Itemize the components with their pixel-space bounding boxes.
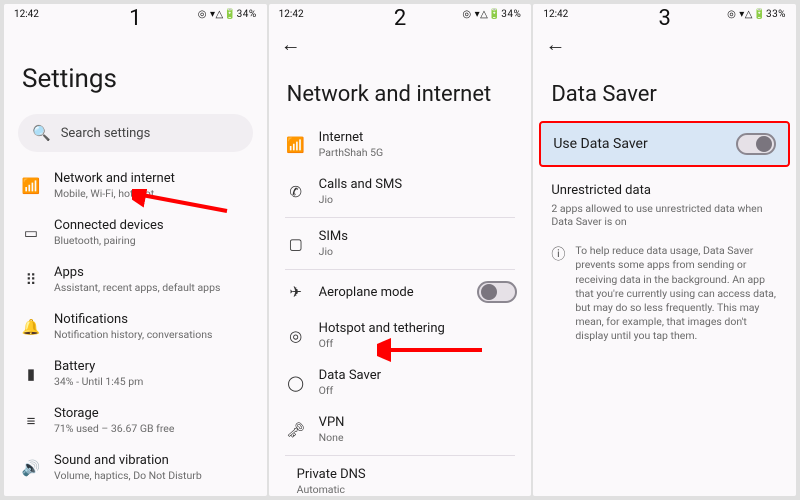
sim-icon: ▢ (283, 235, 309, 253)
info-icon: ⓘ (551, 244, 565, 343)
unrestricted-sub: 2 apps allowed to use unrestricted data … (533, 200, 796, 238)
info-row: ⓘ To help reduce data usage, Data Saver … (533, 238, 796, 349)
search-icon: 🔍 (32, 124, 51, 142)
status-icons: ◎ ▾△🔋34% (198, 9, 257, 20)
status-time: 12:42 (14, 9, 39, 20)
use-data-saver-toggle[interactable] (736, 133, 776, 155)
divider (285, 455, 516, 456)
item-battery[interactable]: ▮ Battery34% - Until 1:45 pm (4, 350, 267, 397)
search-input[interactable]: 🔍 Search settings (18, 114, 253, 152)
call-icon: ✆ (283, 183, 309, 201)
item-hotspot[interactable]: ◎ Hotspot and tetheringOff (269, 312, 532, 359)
network-list: 📶 InternetParthShah 5G ✆ Calls and SMSJi… (269, 121, 532, 496)
page-title: Settings (4, 24, 267, 114)
status-time: 12:42 (543, 9, 568, 20)
hotspot-icon: ◎ (283, 327, 309, 345)
storage-icon: ≡ (18, 412, 44, 430)
wifi-icon: 📶 (18, 177, 44, 195)
status-time: 12:42 (279, 9, 304, 20)
bell-icon: 🔔 (18, 318, 44, 336)
aeroplane-toggle[interactable] (477, 281, 517, 303)
panel-data-saver: 3 12:42 ◎ ▾△🔋33% ← Data Saver Use Data S… (533, 4, 796, 496)
step-number-1: 1 (129, 6, 141, 31)
use-data-saver-row[interactable]: Use Data Saver (539, 121, 790, 167)
item-apps[interactable]: ⠿ AppsAssistant, recent apps, default ap… (4, 256, 267, 303)
settings-list: 📶 Network and internetMobile, Wi-Fi, hot… (4, 162, 267, 496)
item-connected-devices[interactable]: ▭ Connected devicesBluetooth, pairing (4, 209, 267, 256)
item-calls-sms[interactable]: ✆ Calls and SMSJio (269, 168, 532, 215)
unrestricted-head[interactable]: Unrestricted data (533, 181, 796, 200)
use-data-saver-label: Use Data Saver (553, 136, 647, 152)
item-internet[interactable]: 📶 InternetParthShah 5G (269, 121, 532, 168)
info-text: To help reduce data usage, Data Saver pr… (575, 244, 778, 343)
page-title: Data Saver (533, 56, 796, 121)
vpn-icon: 🗝 (283, 421, 309, 439)
wifi-icon: 📶 (283, 136, 309, 154)
status-icons: ◎ ▾△🔋34% (462, 9, 521, 20)
data-saver-icon: ◯ (283, 374, 309, 392)
item-aeroplane[interactable]: ✈ Aeroplane mode (269, 272, 532, 312)
item-vpn[interactable]: 🗝 VPNNone (269, 406, 532, 453)
back-button[interactable]: ← (545, 32, 565, 56)
page-title: Network and internet (269, 56, 532, 121)
plane-icon: ✈ (283, 283, 309, 301)
step-number-2: 2 (394, 6, 406, 31)
step-number-3: 3 (658, 6, 670, 31)
item-sims[interactable]: ▢ SIMsJio (269, 220, 532, 267)
search-placeholder: Search settings (61, 126, 151, 141)
sound-icon: 🔊 (18, 459, 44, 477)
apps-icon: ⠿ (18, 271, 44, 289)
panel-settings: 1 12:42 ◎ ▾△🔋34% Settings 🔍 Search setti… (4, 4, 267, 496)
divider (285, 269, 516, 270)
item-notifications[interactable]: 🔔 NotificationsNotification history, con… (4, 303, 267, 350)
item-data-saver[interactable]: ◯ Data SaverOff (269, 359, 532, 406)
item-storage[interactable]: ≡ Storage71% used – 36.67 GB free (4, 397, 267, 444)
devices-icon: ▭ (18, 224, 44, 242)
item-network-internet[interactable]: 📶 Network and internetMobile, Wi-Fi, hot… (4, 162, 267, 209)
item-sound[interactable]: 🔊 Sound and vibrationVolume, haptics, Do… (4, 444, 267, 491)
panel-network: 2 12:42 ◎ ▾△🔋34% ← Network and internet … (269, 4, 532, 496)
status-icons: ◎ ▾△🔋33% (727, 9, 786, 20)
back-button[interactable]: ← (281, 32, 301, 56)
item-private-dns[interactable]: Private DNSAutomatic (269, 458, 532, 496)
battery-icon: ▮ (18, 365, 44, 383)
divider (285, 217, 516, 218)
